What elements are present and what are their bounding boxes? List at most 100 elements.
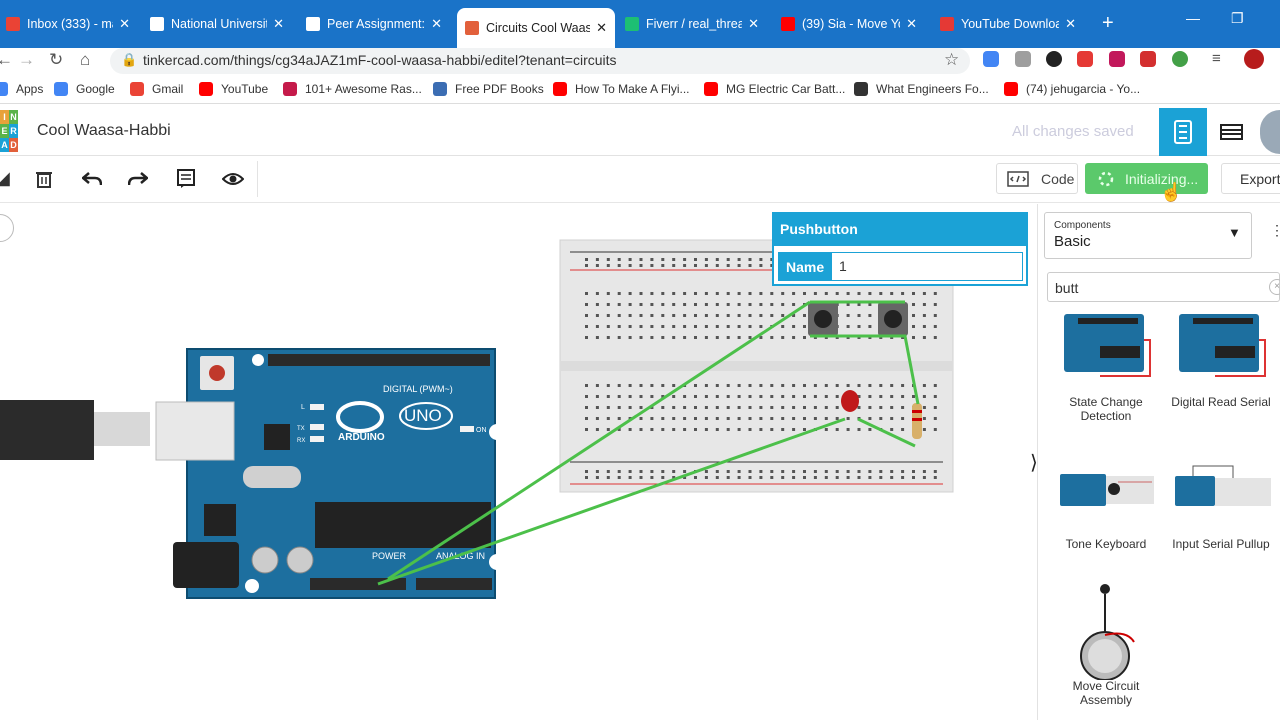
google-icon: [54, 82, 68, 96]
extension-icon[interactable]: [1172, 51, 1188, 67]
on-label: ON: [476, 427, 487, 434]
rotate-icon[interactable]: ◢: [0, 168, 10, 189]
close-tab-icon[interactable]: ✕: [119, 16, 130, 32]
close-tab-icon[interactable]: ✕: [906, 16, 917, 32]
home-icon[interactable]: ⌂: [80, 50, 90, 70]
project-title[interactable]: Cool Waasa-Habbi: [37, 122, 171, 140]
minimize-icon[interactable]: —: [1186, 10, 1200, 26]
circuit-view-button[interactable]: [1159, 108, 1207, 156]
bookmark-item[interactable]: 101+ Awesome Ras...: [283, 82, 422, 96]
extension-icon[interactable]: [1140, 51, 1156, 67]
starter-tone-keyboard[interactable]: Tone Keyboard: [1051, 537, 1161, 551]
extension-icon[interactable]: [983, 51, 999, 67]
url-text[interactable]: tinkercad.com/things/cg34aJAZ1mF-cool-wa…: [143, 52, 617, 68]
starter-thumbnail: [1175, 465, 1271, 506]
visibility-icon[interactable]: [222, 170, 244, 188]
coursera-icon: [150, 17, 164, 31]
undo-icon[interactable]: [82, 171, 102, 187]
forward-icon[interactable]: →: [18, 50, 35, 70]
browser-tab[interactable]: (39) Sia - Move Yo ✕: [773, 8, 925, 40]
schematic-list-icon[interactable]: [1220, 122, 1244, 142]
starter-thumbnail: [1060, 474, 1154, 506]
bookmark-item[interactable]: Apps: [0, 82, 43, 96]
code-label: Code: [1041, 170, 1075, 187]
browser-tab[interactable]: Peer Assignment: I ✕: [298, 8, 450, 40]
browser-tab[interactable]: Circuits Cool Waas ✕: [457, 8, 615, 48]
tab-title: National University: [171, 17, 268, 31]
clear-search-icon[interactable]: ×: [1269, 279, 1280, 295]
bookmark-item[interactable]: Free PDF Books: [433, 82, 544, 96]
start-simulation-button[interactable]: Initializing...: [1085, 163, 1208, 194]
bookmark-label: (74) jehugarcia - Yo...: [1026, 82, 1141, 96]
gmail-icon: [6, 17, 20, 31]
usb-plug: [94, 412, 150, 446]
bookmark-label: Free PDF Books: [455, 82, 544, 96]
digital-label: DIGITAL (PWM~): [383, 384, 453, 394]
name-input[interactable]: 1: [839, 258, 847, 274]
close-tab-icon[interactable]: ✕: [596, 20, 607, 36]
component-search-input[interactable]: butt ×: [1047, 272, 1280, 302]
close-tab-icon[interactable]: ✕: [273, 16, 284, 32]
starter-move-circuit-assembly[interactable]: Move Circuit Assembly: [1051, 679, 1161, 707]
starter-state-change-detection[interactable]: State Change Detection: [1051, 395, 1161, 423]
browser-tab[interactable]: Fiverr / real_thread ✕: [617, 8, 767, 40]
red-led: [841, 390, 859, 412]
tinkercad-logo[interactable]: TINKERCAD: [0, 110, 18, 154]
panel-collapse-icon[interactable]: ⟩: [1030, 450, 1038, 475]
bookmark-item[interactable]: Google: [54, 82, 115, 96]
fiverr-icon: [625, 17, 639, 31]
panel-grid-icon[interactable]: ⋮: [1270, 222, 1280, 239]
close-tab-icon[interactable]: ✕: [431, 16, 442, 32]
back-icon[interactable]: ←: [0, 50, 13, 70]
maximize-icon[interactable]: ❐: [1231, 10, 1244, 27]
starter-input-serial-pullup[interactable]: Input Serial Pullup: [1166, 537, 1276, 551]
components-dropdown[interactable]: Components Basic ▼: [1044, 212, 1252, 259]
raspberry-icon: [283, 82, 297, 96]
delete-icon[interactable]: [35, 169, 53, 189]
close-tab-icon[interactable]: ✕: [748, 16, 759, 32]
bookmark-item[interactable]: What Engineers Fo...: [854, 82, 989, 96]
power-label: POWER: [372, 551, 407, 561]
browser-tab[interactable]: National University ✕: [142, 8, 292, 40]
l-label: L: [301, 404, 305, 411]
bookmark-item[interactable]: How To Make A Flyi...: [553, 82, 690, 96]
notes-icon[interactable]: [177, 169, 195, 189]
name-field-row: Name 1: [778, 252, 1023, 281]
extension-icon[interactable]: [1109, 51, 1125, 67]
bookmark-item[interactable]: MG Electric Car Batt...: [704, 82, 845, 96]
starter-digital-read-serial[interactable]: Digital Read Serial: [1166, 395, 1276, 409]
bookmark-star-icon[interactable]: ☆: [944, 50, 959, 70]
browser-tab[interactable]: YouTube Download ✕: [932, 8, 1084, 40]
youtube-icon: [1004, 82, 1018, 96]
bookmark-label: What Engineers Fo...: [876, 82, 989, 96]
bookmark-label: How To Make A Flyi...: [575, 82, 690, 96]
wikipedia-icon: [854, 82, 868, 96]
youtube-icon: [553, 82, 567, 96]
arduino-brand-text: ARDUINO: [338, 432, 385, 443]
redo-icon[interactable]: [128, 171, 148, 187]
code-button[interactable]: Code: [996, 163, 1078, 194]
tab-title: Circuits Cool Waas: [486, 21, 591, 35]
export-label: Export: [1240, 170, 1280, 187]
new-tab-button[interactable]: +: [1102, 12, 1114, 35]
bookmark-item[interactable]: YouTube: [199, 82, 268, 96]
bookmark-label: Gmail: [152, 82, 184, 96]
breadboard-icon: [1174, 120, 1192, 144]
bookmark-item[interactable]: Gmail: [130, 82, 183, 96]
search-value: butt: [1055, 280, 1079, 296]
avatar[interactable]: [1244, 49, 1264, 69]
bookmark-label: 101+ Awesome Ras...: [305, 82, 422, 96]
extension-icon[interactable]: [1046, 51, 1062, 67]
extension-icon[interactable]: [1077, 51, 1093, 67]
reading-list-icon[interactable]: ≡: [1212, 50, 1221, 67]
browser-tab[interactable]: Inbox (333) - mahu ✕: [0, 8, 138, 40]
reload-icon[interactable]: ↻: [49, 50, 63, 70]
code-icon: [1007, 170, 1029, 187]
export-button[interactable]: Export: [1221, 163, 1280, 194]
close-tab-icon[interactable]: ✕: [1065, 16, 1076, 32]
bookmark-item[interactable]: (74) jehugarcia - Yo...: [1004, 82, 1140, 96]
toolbar-divider: [257, 161, 258, 197]
name-label: Name: [779, 253, 832, 280]
extension-icon[interactable]: [1015, 51, 1031, 67]
tab-title: (39) Sia - Move Yo: [802, 17, 901, 31]
